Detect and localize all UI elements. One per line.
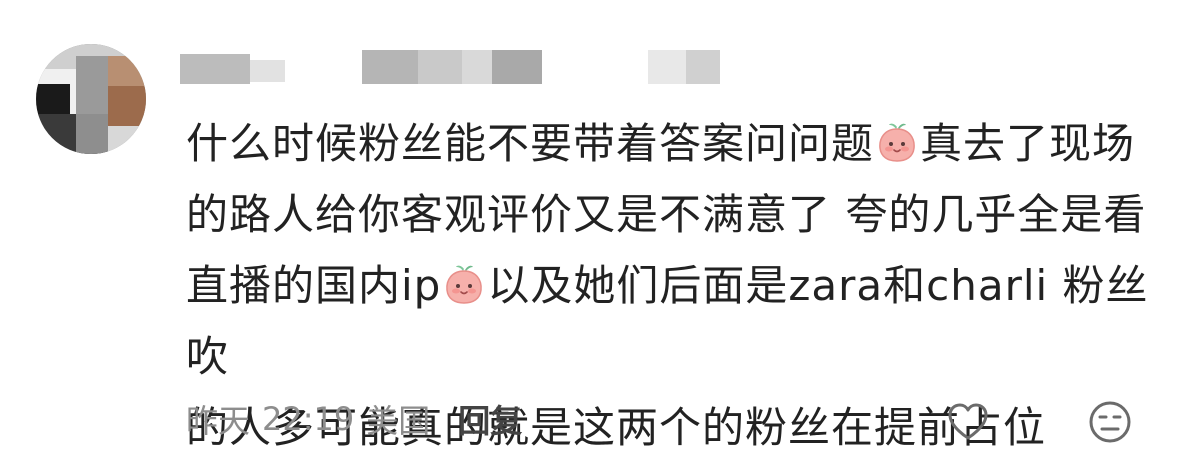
comment-line-3: 直播的国内ip bbox=[186, 261, 442, 310]
peach-face-emoji-icon bbox=[446, 265, 483, 304]
avatar[interactable] bbox=[36, 44, 146, 154]
neutral-face-icon[interactable] bbox=[1086, 398, 1134, 446]
heart-outline-icon[interactable] bbox=[944, 398, 992, 446]
comment-meta: 昨天 22:19 美国 回复 bbox=[186, 395, 522, 443]
comment-line-1-tail: 真去了现场 bbox=[920, 119, 1136, 168]
comment-location: 美国 bbox=[366, 402, 431, 440]
comment-line-1: 什么时候粉丝能不要带着答案问问题 bbox=[186, 119, 875, 168]
peach-face-emoji-icon bbox=[879, 123, 915, 162]
username-blurred[interactable] bbox=[180, 46, 740, 84]
comment-line-2: 的路人给你客观评价又是不满意了 夸的几乎全是看 bbox=[186, 190, 1147, 239]
comment-date: 昨天 bbox=[186, 402, 251, 440]
reply-button[interactable]: 回复 bbox=[458, 396, 522, 442]
comment-time: 22:19 bbox=[262, 400, 355, 438]
